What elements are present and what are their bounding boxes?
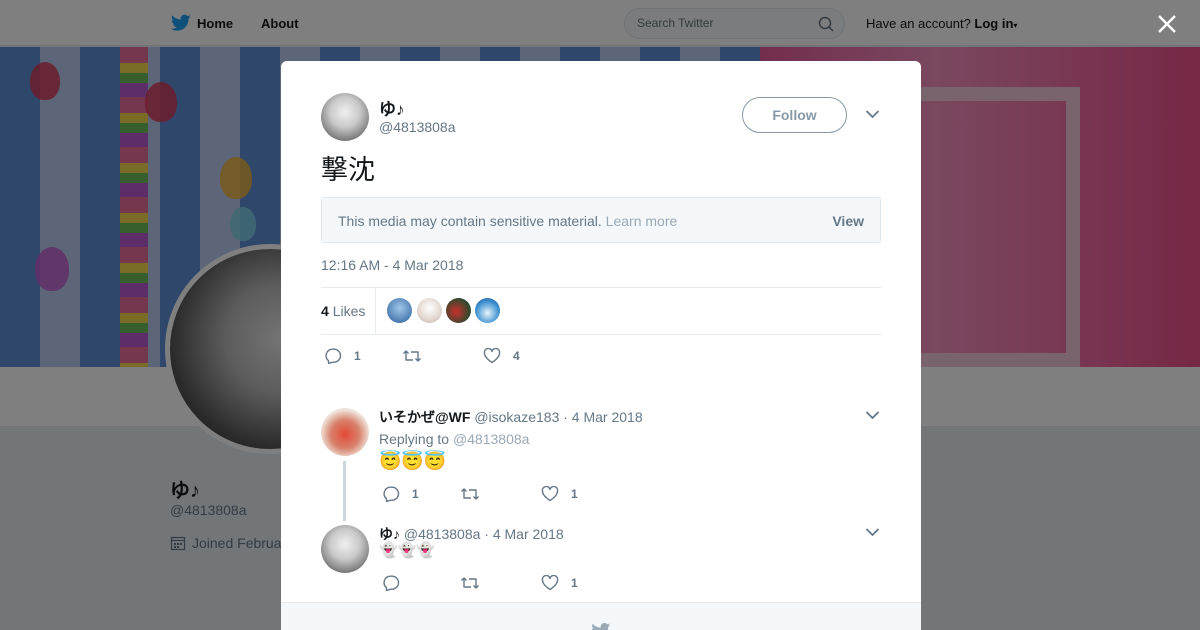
liker-avatar[interactable] — [446, 298, 471, 323]
chevron-down-icon[interactable] — [865, 527, 880, 537]
follow-button[interactable]: Follow — [742, 97, 847, 133]
reply-header: いそかぜ@WF @isokaze183 · 4 Mar 2018 — [379, 407, 643, 427]
reply-author-handle[interactable]: @4813808a — [404, 526, 481, 542]
reply-date[interactable]: · 4 Mar 2018 — [563, 409, 642, 425]
liker-avatar[interactable] — [387, 298, 412, 323]
tweet-modal: ゆ♪ @4813808a Follow 撃沈 This media may co… — [281, 61, 921, 630]
sensitive-message-text: This media may contain sensitive materia… — [338, 213, 602, 229]
reply-button[interactable]: 1 — [382, 486, 419, 502]
like-count: 1 — [571, 576, 578, 590]
heart-icon — [541, 486, 559, 502]
sensitive-media-notice: This media may contain sensitive materia… — [321, 197, 881, 243]
tweet-timestamp[interactable]: 12:16 AM - 4 Mar 2018 — [321, 257, 463, 273]
retweet-icon — [461, 488, 479, 500]
author-avatar[interactable] — [321, 93, 369, 141]
reply-icon — [383, 486, 400, 502]
replying-prefix: Replying to — [379, 431, 450, 447]
replying-to: Replying to @4813808a — [379, 431, 529, 447]
reply-date[interactable]: · 4 Mar 2018 — [484, 526, 563, 542]
retweet-icon — [461, 577, 479, 589]
retweet-button[interactable] — [402, 348, 434, 364]
heart-icon — [483, 348, 501, 364]
likes-count: 4 — [321, 303, 329, 319]
reply-count: 1 — [412, 487, 419, 501]
reply-author-name[interactable]: いそかぜ@WF — [379, 409, 470, 425]
chevron-down-icon[interactable] — [865, 109, 880, 119]
reply-author-handle[interactable]: @isokaze183 — [474, 409, 559, 425]
reply-avatar[interactable] — [321, 525, 369, 573]
stats-divider — [375, 288, 376, 334]
liker-avatar[interactable] — [417, 298, 442, 323]
sensitive-message: This media may contain sensitive materia… — [338, 213, 677, 229]
retweet-button[interactable] — [460, 486, 492, 502]
retweet-icon — [403, 350, 421, 362]
reply-button[interactable] — [382, 575, 412, 591]
author-handle[interactable]: @4813808a — [379, 119, 456, 135]
like-count: 1 — [571, 487, 578, 501]
reply-icon — [325, 348, 342, 364]
likes-label: Likes — [332, 303, 366, 319]
author-name[interactable]: ゆ♪ — [379, 95, 405, 120]
replying-mention[interactable]: @4813808a — [453, 431, 530, 447]
like-button[interactable]: 1 — [541, 575, 578, 591]
close-button[interactable] — [1155, 12, 1179, 36]
reply-count: 1 — [354, 349, 361, 363]
twitter-bird-icon — [592, 623, 611, 630]
like-count: 4 — [513, 349, 520, 363]
chevron-down-icon[interactable] — [865, 410, 880, 420]
reply-avatar[interactable] — [321, 408, 369, 456]
tweet-text: 撃沈 — [321, 155, 375, 185]
tweet-stats: 4 Likes — [321, 287, 881, 335]
close-icon[interactable] — [1155, 12, 1179, 36]
likes-count-link[interactable]: 4 Likes — [321, 303, 365, 319]
modal-footer — [281, 602, 921, 630]
reply-author-name[interactable]: ゆ♪ — [379, 526, 400, 542]
liker-avatar[interactable] — [475, 298, 500, 323]
reply-text: 😇😇😇 — [379, 451, 447, 471]
reply-text: 👻👻👻 — [379, 542, 436, 559]
learn-more-link[interactable]: Learn more — [606, 213, 678, 229]
heart-icon — [541, 575, 559, 591]
retweet-button[interactable] — [460, 575, 492, 591]
thread-line — [343, 461, 346, 521]
like-button[interactable]: 1 — [541, 486, 578, 502]
reply-icon — [383, 575, 400, 591]
view-media-button[interactable]: View — [832, 213, 864, 229]
reply-button[interactable]: 1 — [324, 348, 361, 364]
like-button[interactable]: 4 — [483, 348, 520, 364]
